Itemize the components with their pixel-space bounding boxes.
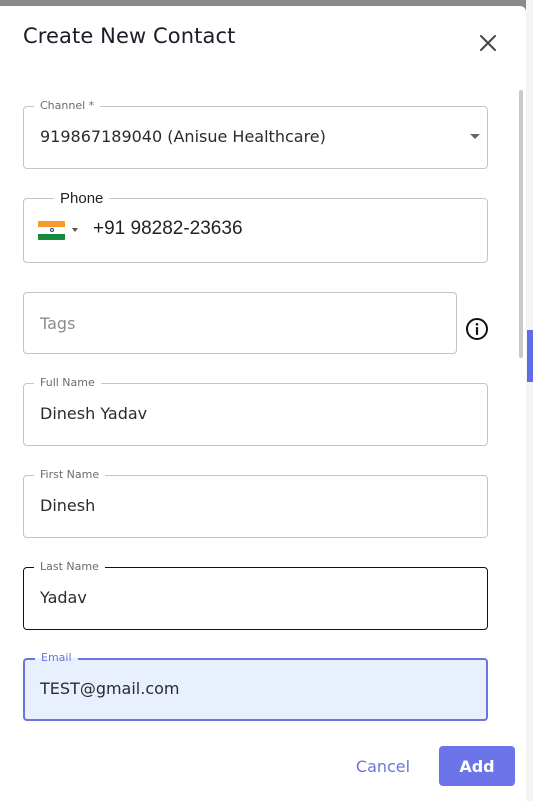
create-contact-dialog: Create New Contact Channel * 91986718904… [0,6,526,801]
first-name-label: First Name [34,468,106,482]
channel-label: Channel * [34,99,101,113]
dialog-title: Create New Contact [23,24,236,48]
last-name-value: Yadav [40,588,87,607]
last-name-field[interactable]: Last Name Yadav [23,560,488,630]
email-value[interactable]: TEST@gmail.com [40,679,180,698]
email-field[interactable]: Email TEST@gmail.com [23,651,488,721]
cancel-button[interactable]: Cancel [341,746,425,786]
background-accent [527,330,533,382]
close-icon[interactable] [476,31,500,55]
chevron-down-icon [470,134,480,139]
add-button[interactable]: Add [439,746,515,786]
phone-field[interactable]: Phone +91 98282-23636 [23,191,488,263]
last-name-label: Last Name [34,560,105,574]
scrollbar-thumb[interactable] [519,90,523,358]
phone-label: Phone [54,191,110,207]
email-label: Email [35,651,78,665]
info-icon[interactable] [465,317,489,341]
tags-input[interactable]: Tags [23,292,457,354]
full-name-field[interactable]: Full Name Dinesh Yadav [23,376,488,446]
full-name-label: Full Name [34,376,101,390]
channel-select[interactable]: Channel * 919867189040 (Anisue Healthcar… [23,99,488,169]
first-name-field[interactable]: First Name Dinesh [23,468,488,538]
full-name-value: Dinesh Yadav [40,404,148,423]
background-page [526,0,533,801]
tags-placeholder: Tags [40,314,76,333]
india-flag-icon[interactable] [38,221,65,240]
phone-value[interactable]: +91 98282-23636 [93,218,243,240]
first-name-value: Dinesh [40,496,96,515]
channel-value: 919867189040 (Anisue Healthcare) [40,127,326,146]
country-dropdown-icon[interactable] [72,228,78,232]
